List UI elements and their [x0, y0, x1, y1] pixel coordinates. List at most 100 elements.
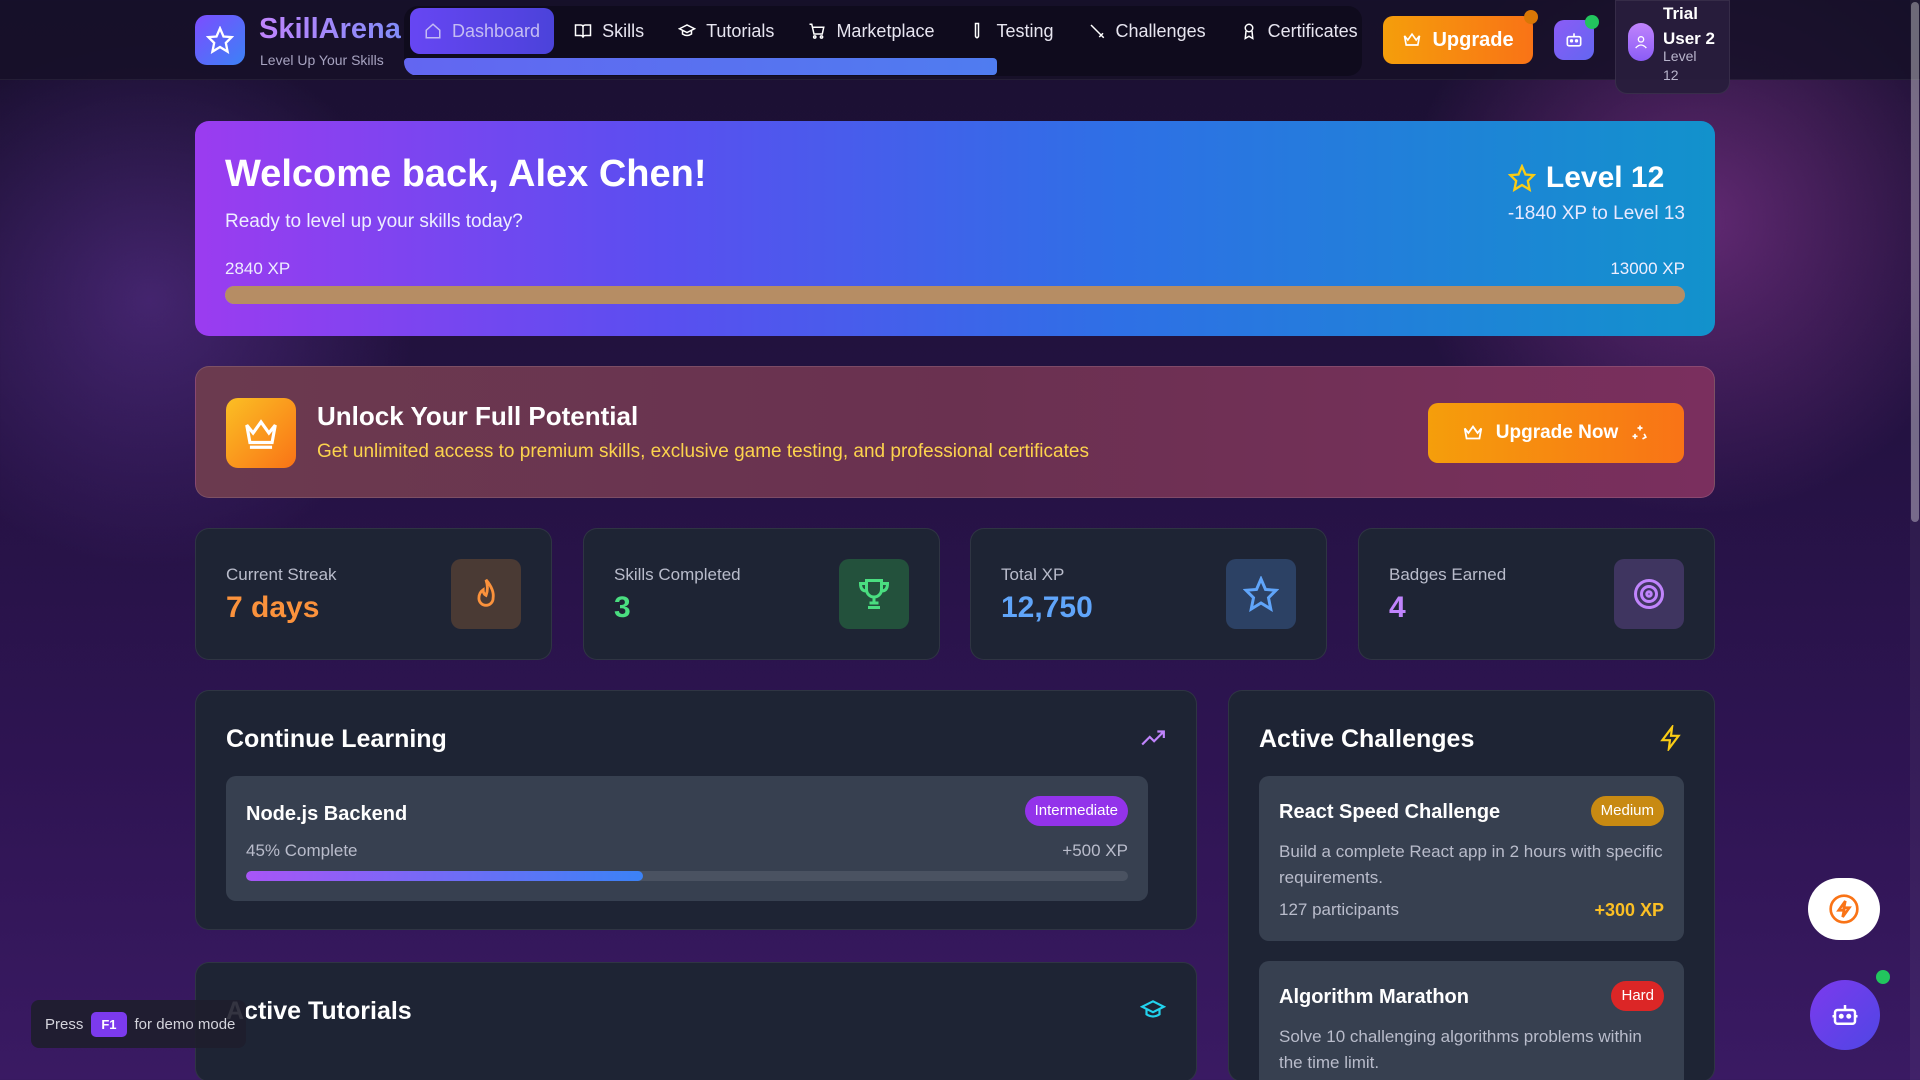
upgrade-notification-dot [1524, 10, 1538, 24]
active-tutorials-panel: Active Tutorials [195, 962, 1197, 1080]
graduation-cap-icon [1139, 1000, 1167, 1018]
lightning-icon [1660, 723, 1681, 753]
hint-press: Press [45, 1015, 84, 1033]
panel-title: Continue Learning [226, 725, 447, 753]
welcome-subtitle: Ready to level up your skills today? [225, 211, 523, 232]
quick-action-button[interactable] [1808, 878, 1880, 940]
hint-key: F1 [91, 1011, 127, 1037]
graduation-cap-icon [678, 24, 697, 37]
nav-skills[interactable]: Skills [560, 8, 658, 54]
nav-challenges[interactable]: Challenges [1074, 8, 1220, 54]
panel-icon [1140, 725, 1166, 756]
stat-value: 3 [614, 591, 631, 624]
panel-icon [1658, 723, 1684, 756]
brand-name[interactable]: SkillArena [259, 13, 401, 46]
star-icon [1507, 164, 1536, 192]
level-block: Level 12 -1840 XP to Level 13 [1507, 161, 1685, 225]
stat-value: 7 days [226, 591, 320, 624]
xp-progress-fill [225, 286, 1685, 304]
welcome-banner: Welcome back, Alex Chen! Ready to level … [195, 121, 1715, 336]
panel-title: Active Challenges [1259, 725, 1475, 753]
promo-subtitle: Get unlimited access to premium skills, … [317, 441, 1089, 462]
nav-testing[interactable]: Testing [954, 8, 1067, 54]
page-scrollbar-thumb[interactable] [1911, 2, 1919, 522]
course-progress-fill [246, 871, 643, 881]
hint-suffix: for demo mode [134, 1015, 236, 1033]
nav-tutorials[interactable]: Tutorials [664, 8, 788, 54]
assistant-online-dot [1585, 15, 1599, 29]
nav-label: Marketplace [836, 20, 935, 41]
sparkles-icon [1632, 425, 1648, 440]
book-icon [574, 24, 592, 38]
stat-label: Badges Earned [1389, 565, 1507, 584]
nav-scroll-indicator[interactable] [404, 58, 997, 75]
challenge-xp: +300 XP [1594, 900, 1664, 920]
upgrade-now-button[interactable]: Upgrade Now [1428, 403, 1684, 463]
stat-value: 4 [1389, 591, 1406, 624]
challenge-participants: 127 participants [1279, 900, 1400, 919]
welcome-title: Welcome back, Alex Chen! [225, 153, 707, 195]
challenge-card[interactable]: Algorithm Marathon Hard Solve 10 challen… [1259, 961, 1684, 1080]
stat-icon-box [451, 559, 521, 629]
nav-marketplace[interactable]: Marketplace [794, 8, 948, 54]
user-menu[interactable]: Trial User 2 Level 12 [1615, 0, 1730, 94]
stat-value: 12,750 [1001, 591, 1093, 624]
star-icon [206, 26, 234, 54]
stat-icon-box [839, 559, 909, 629]
promo-title: Unlock Your Full Potential [317, 401, 639, 431]
chat-assistant-button[interactable] [1810, 980, 1880, 1050]
continue-learning-panel: Continue Learning Node.js Backend Interm… [195, 690, 1197, 930]
upgrade-label: Upgrade [1432, 28, 1514, 51]
stat-total-xp: Total XP 12,750 [970, 528, 1327, 660]
test-tube-icon [975, 22, 980, 39]
upgrade-promo: Unlock Your Full Potential Get unlimited… [195, 366, 1715, 498]
home-icon [425, 23, 441, 39]
nav-label: Tutorials [706, 20, 775, 41]
award-icon [1243, 23, 1254, 40]
xp-progress-bar [225, 286, 1685, 304]
challenge-description: Solve 10 challenging algorithms problems… [1279, 1027, 1642, 1072]
brand-tagline: Level Up Your Skills [260, 52, 384, 68]
chat-online-dot [1876, 970, 1890, 984]
panel-icon [1139, 997, 1167, 1028]
crown-icon [1463, 425, 1482, 440]
demo-mode-hint: Press F1 for demo mode [31, 1000, 246, 1048]
level-label: Level 12 [1545, 161, 1665, 194]
nav-certificates[interactable]: Certificates [1226, 8, 1362, 54]
challenge-description: Build a complete React app in 2 hours wi… [1279, 842, 1663, 887]
logo[interactable] [195, 15, 245, 65]
main-nav: Dashboard Skills Tutorials Marketplace T… [404, 6, 1362, 76]
user-level: Level 12 [1663, 48, 1697, 83]
nav-label: Certificates [1267, 20, 1358, 41]
robot-icon [1566, 33, 1582, 47]
xp-max: 13000 XP [1610, 259, 1685, 278]
course-level-badge: Intermediate [1024, 796, 1128, 826]
difficulty-badge: Medium [1590, 796, 1664, 826]
challenge-name: React Speed Challenge [1279, 801, 1501, 823]
challenge-card[interactable]: React Speed Challenge Medium Build a com… [1259, 776, 1684, 941]
crown-icon [245, 419, 277, 449]
user-icon [1635, 36, 1647, 49]
nav-dashboard[interactable]: Dashboard [410, 8, 555, 54]
stat-icon-box [1226, 559, 1296, 629]
trending-up-icon [1141, 730, 1165, 746]
header-upgrade-button[interactable]: Upgrade [1383, 16, 1533, 64]
stat-icon-box [1614, 559, 1684, 629]
panel-title: Active Tutorials [226, 997, 412, 1025]
avatar [1628, 23, 1654, 61]
active-challenges-panel: Active Challenges React Speed Challenge … [1228, 690, 1715, 1080]
user-name: Trial User 2 [1663, 4, 1715, 48]
course-card[interactable]: Node.js Backend Intermediate 45% Complet… [226, 776, 1148, 901]
flame-icon [477, 578, 495, 607]
top-header: SkillArena Level Up Your Skills Dashboar… [0, 0, 1920, 94]
xp-to-next-level: -1840 XP to Level 13 [1507, 203, 1685, 224]
star-icon [1243, 576, 1279, 612]
upgrade-now-label: Upgrade Now [1495, 422, 1619, 443]
stat-current-streak: Current Streak 7 days [195, 528, 552, 660]
course-xp: +500 XP [1062, 841, 1128, 860]
nav-label: Testing [996, 20, 1054, 41]
challenge-name: Algorithm Marathon [1279, 986, 1469, 1008]
xp-current: 2840 XP [225, 259, 291, 278]
stat-label: Current Streak [226, 565, 337, 584]
difficulty-badge: Hard [1611, 981, 1664, 1011]
